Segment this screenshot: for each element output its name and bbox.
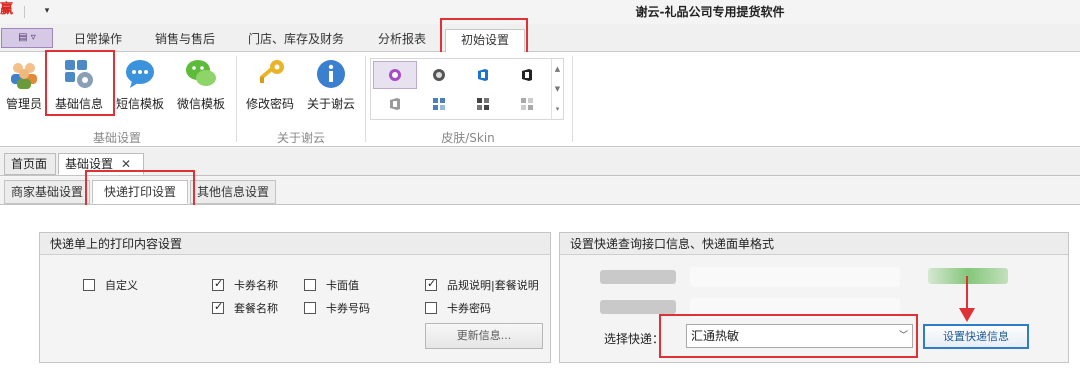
group-separator <box>572 56 573 142</box>
group-label-basic-settings: 基础设置 <box>92 131 141 145</box>
checkbox-box <box>304 279 316 291</box>
sms-template-button[interactable]: 短信模板 <box>114 57 166 115</box>
skin-gallery-scroll[interactable]: ▲ ▼ ▾ <box>551 59 563 119</box>
annotation-arrow-icon <box>959 276 975 322</box>
panel-title: 设置快递查询接口信息、快递面单格式 <box>560 233 1068 255</box>
basic-info-button[interactable]: 基础信息 <box>52 57 106 115</box>
ribbon-tabstrip: ▤ ▿ 日常操作 销售与售后 门店、库存及财务 分析报表 初始设置 <box>0 24 1080 53</box>
chevron-down-icon[interactable]: ﹀ <box>899 325 908 347</box>
about-button[interactable]: 关于谢云 <box>304 57 358 115</box>
wechat-template-button[interactable]: 微信模板 <box>174 57 228 115</box>
office-logo-icon <box>522 69 532 81</box>
quick-access-separator <box>24 6 25 18</box>
grid-icon <box>521 98 533 110</box>
skin-logo-icon <box>433 69 445 81</box>
group-separator <box>236 56 237 142</box>
doc-tab-label: 基础设置 <box>65 157 114 171</box>
select-courier-label: 选择快递： <box>604 332 665 346</box>
set-courier-info-button[interactable]: 设置快递信息 <box>923 324 1029 349</box>
group-label-about: 关于谢云 <box>276 131 325 145</box>
skin-item-purple[interactable] <box>373 61 417 89</box>
tab-daily-ops[interactable]: 日常操作 <box>62 29 134 52</box>
close-icon[interactable]: ✕ <box>121 157 131 171</box>
checkbox-spec-desc[interactable]: 品规说明|套餐说明 <box>425 277 539 293</box>
ribbon-body: 管理员 基础信息 短信模板 微信模板 基础设置 修改密码 关于谢云 关于谢云 ▲… <box>0 52 1080 147</box>
redacted-label <box>600 300 676 314</box>
grid-icon <box>477 98 489 110</box>
checkbox-box <box>425 277 437 291</box>
info-icon <box>314 57 348 91</box>
doc-tab-basic-settings[interactable]: 基础设置 ✕ <box>58 153 144 175</box>
tab-initial-settings[interactable]: 初始设置 <box>445 29 525 53</box>
settings-subtabs: 商家基础设置 快递打印设置 其他信息设置 <box>0 177 1080 205</box>
document-tabstrip: 首页面 基础设置 ✕ <box>0 148 1080 176</box>
checkbox-box <box>83 279 95 291</box>
skin-item-office-blue[interactable] <box>461 61 505 89</box>
update-info-button[interactable]: 更新信息... <box>425 323 543 349</box>
skin-item-dark[interactable] <box>417 61 461 89</box>
gallery-expand-icon[interactable]: ▾ <box>552 99 563 119</box>
settings-grid-icon <box>62 57 96 91</box>
scroll-down-icon[interactable]: ▼ <box>552 79 563 99</box>
subtab-express-print[interactable]: 快递打印设置 <box>92 180 188 204</box>
office-logo-icon <box>390 98 400 110</box>
tab-store-inventory[interactable]: 门店、库存及财务 <box>236 29 356 52</box>
skin-logo-icon <box>389 69 401 81</box>
checkbox-box <box>304 302 316 314</box>
checkbox-face-value[interactable]: 卡面值 <box>304 277 359 293</box>
redacted-label <box>600 270 676 284</box>
subtab-merchant-settings[interactable]: 商家基础设置 <box>4 180 90 204</box>
skin-item-grid-dark[interactable] <box>461 90 505 118</box>
checkbox-custom[interactable]: 自定义 <box>83 277 138 293</box>
admin-button[interactable]: 管理员 <box>4 57 44 115</box>
app-menu-button[interactable]: ▤ ▿ <box>1 28 53 48</box>
skin-item-office-gray[interactable] <box>373 90 417 118</box>
title-bar: 赢 ▾ 谢云-礼品公司专用提货软件 <box>0 0 1080 24</box>
window-title: 谢云-礼品公司专用提货软件 <box>635 5 785 19</box>
courier-select-value: 汇通热敏 <box>691 329 740 343</box>
checkbox-box <box>212 277 224 291</box>
skin-item-office-black[interactable] <box>505 61 549 89</box>
tab-sales[interactable]: 销售与售后 <box>144 29 226 52</box>
group-label-skin: 皮肤/Skin <box>441 131 495 145</box>
change-password-button[interactable]: 修改密码 <box>242 57 298 115</box>
quick-access-dropdown-icon[interactable]: ▾ <box>40 4 54 18</box>
subtab-other-settings[interactable]: 其他信息设置 <box>190 180 276 204</box>
users-icon <box>7 57 41 91</box>
checkbox-package-name[interactable]: 套餐名称 <box>212 300 278 316</box>
grid-icon <box>433 98 445 110</box>
app-icon: 赢 <box>0 2 14 17</box>
skin-item-grid-light[interactable] <box>505 90 549 118</box>
skin-item-grid-blue[interactable] <box>417 90 461 118</box>
checkbox-box <box>212 300 224 314</box>
redacted-field <box>690 267 900 287</box>
checkbox-card-number[interactable]: 卡券号码 <box>304 300 370 316</box>
chat-bubble-icon <box>123 57 157 91</box>
wechat-icon <box>184 57 218 91</box>
skin-gallery: ▲ ▼ ▾ <box>370 58 564 120</box>
checkbox-card-name[interactable]: 卡券名称 <box>212 277 278 293</box>
checkbox-box <box>425 302 437 314</box>
key-icon <box>253 57 287 91</box>
scroll-up-icon[interactable]: ▲ <box>552 59 563 79</box>
courier-select[interactable]: 汇通热敏 ﹀ <box>686 324 913 348</box>
tab-reports[interactable]: 分析报表 <box>366 29 438 52</box>
redacted-field <box>690 298 900 318</box>
office-logo-icon <box>478 69 488 81</box>
doc-tab-home[interactable]: 首页面 <box>4 153 56 175</box>
panel-title: 快递单上的打印内容设置 <box>40 233 550 255</box>
checkbox-card-password[interactable]: 卡券密码 <box>425 300 491 316</box>
